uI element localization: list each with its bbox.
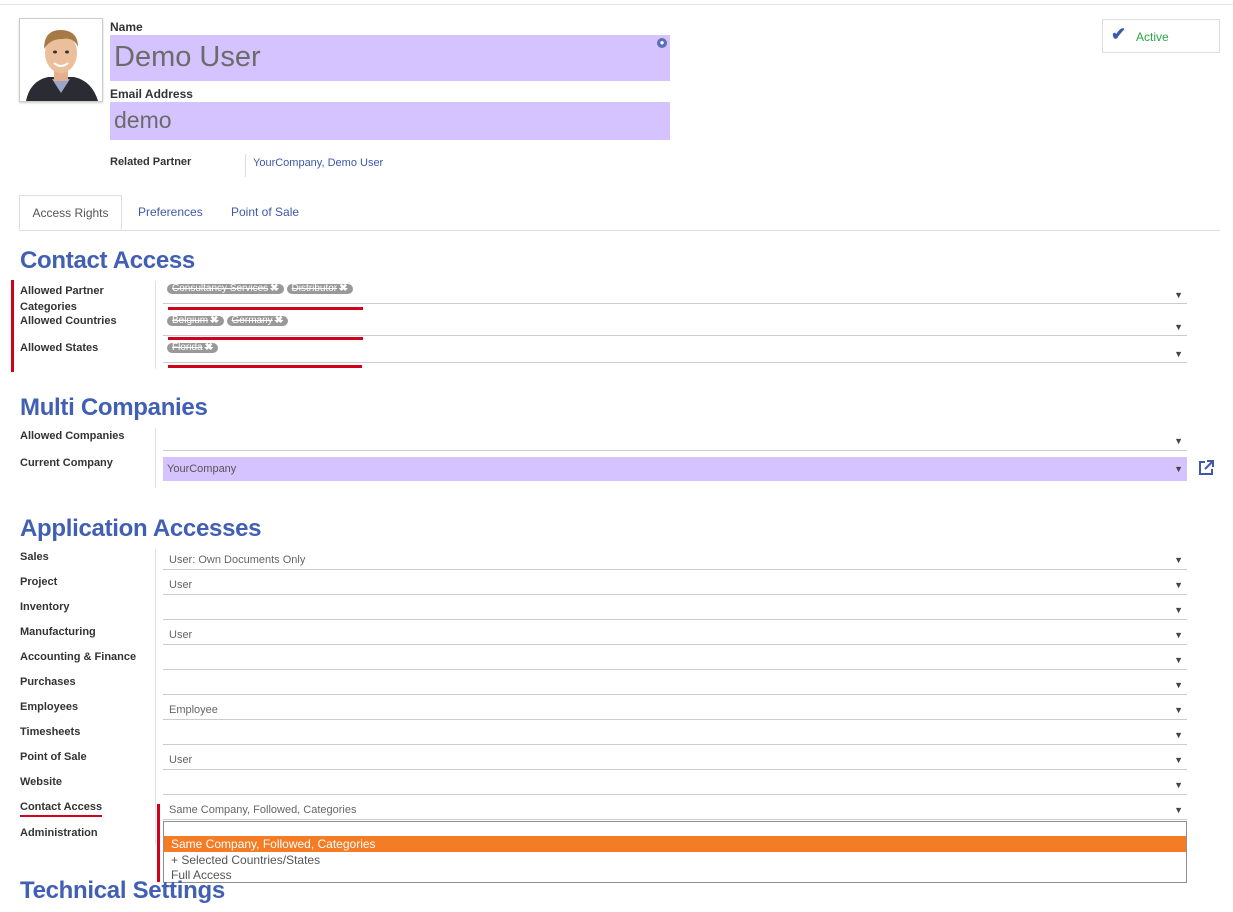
email-label: Email Address (110, 87, 193, 101)
caret-down-icon[interactable]: ▼ (1174, 805, 1183, 815)
caret-down-icon[interactable]: ▼ (1174, 680, 1183, 690)
allowed-states-field[interactable]: Florida ✖ ▼ (163, 343, 1187, 363)
allowed-partner-categories-field[interactable]: Consultancy Services ✖ Distributor ✖ ▼ (163, 284, 1187, 304)
caret-down-icon[interactable]: ▼ (1174, 349, 1183, 359)
tab-access-rights[interactable]: Access Rights (19, 195, 122, 230)
tag-distributor[interactable]: Distributor ✖ (286, 283, 353, 294)
application-accesses-heading: Application Accesses (20, 515, 262, 542)
annotation-underline (168, 365, 362, 368)
caret-down-icon[interactable]: ▼ (1174, 605, 1183, 615)
dropdown-option-selected-countries[interactable]: + Selected Countries/States (164, 852, 1186, 868)
related-partner-separator (245, 154, 246, 177)
annotation-red-bar (11, 280, 14, 372)
caret-down-icon[interactable]: ▼ (1174, 580, 1183, 590)
x-icon[interactable]: ✖ (275, 315, 283, 326)
notebook-tabs: Access Rights Preferences Point of Sale (19, 195, 1220, 231)
caret-down-icon[interactable]: ▼ (1174, 730, 1183, 740)
app-label-manufacturing: Manufacturing (20, 626, 96, 638)
allowed-partner-categories-label: Allowed Partner Categories (20, 285, 104, 313)
allowed-companies-label: Allowed Companies (20, 430, 125, 442)
tab-preferences[interactable]: Preferences (138, 195, 203, 230)
app-label-accounting: Accounting & Finance (20, 651, 137, 663)
app-label-timesheets: Timesheets (20, 726, 81, 738)
app-label-sales: Sales (20, 551, 49, 563)
app-select-timesheets[interactable]: ▼ (163, 726, 1187, 745)
caret-down-icon[interactable]: ▼ (1174, 436, 1183, 446)
app-select-manufacturing[interactable]: User ▼ (163, 626, 1187, 645)
app-select-contact-access[interactable]: Same Company, Followed, Categories ▼ (163, 801, 1187, 820)
allowed-countries-field[interactable]: Belgium ✖ Germany ✖ ▼ (163, 316, 1187, 336)
name-input[interactable]: Demo User (110, 35, 670, 81)
app-select-purchases[interactable]: ▼ (163, 676, 1187, 695)
related-partner-label: Related Partner (110, 156, 192, 168)
app-select-point-of-sale[interactable]: User ▼ (163, 751, 1187, 770)
tag-florida[interactable]: Florida ✖ (167, 343, 218, 353)
tab-point-of-sale[interactable]: Point of Sale (231, 195, 299, 230)
label-separator (155, 428, 156, 488)
app-label-point-of-sale: Point of Sale (20, 751, 87, 763)
x-icon[interactable]: ✖ (270, 283, 278, 294)
contact-access-heading: Contact Access (20, 247, 195, 274)
current-company-label: Current Company (20, 457, 113, 469)
caret-down-icon[interactable]: ▼ (1174, 630, 1183, 640)
annotation-red-bar (157, 804, 160, 882)
annotation-underline (168, 337, 363, 340)
app-select-sales[interactable]: User: Own Documents Only ▼ (163, 551, 1187, 570)
active-label: Active (1136, 30, 1169, 44)
app-label-website: Website (20, 776, 62, 788)
tag-consultancy-services[interactable]: Consultancy Services ✖ (167, 284, 284, 294)
app-label-employees: Employees (20, 701, 79, 713)
annotation-underline (168, 307, 363, 310)
top-divider (0, 4, 1233, 5)
name-label: Name (110, 20, 143, 34)
caret-down-icon[interactable]: ▼ (1174, 322, 1183, 332)
dropdown-option-full-access[interactable]: Full Access (164, 867, 1186, 883)
caret-down-icon[interactable]: ▼ (1174, 705, 1183, 715)
checkmark-icon: ✔ (1111, 24, 1127, 44)
email-input[interactable]: demo (110, 102, 670, 140)
avatar-photo (20, 19, 102, 101)
tag-belgium[interactable]: Belgium ✖ (167, 316, 224, 326)
caret-down-icon[interactable]: ▼ (1174, 755, 1183, 765)
app-label-purchases: Purchases (20, 676, 76, 688)
label-separator (155, 549, 156, 845)
label-separator (155, 281, 156, 369)
dropdown-option-same-company[interactable]: Same Company, Followed, Categories (164, 836, 1186, 852)
allowed-countries-label: Allowed Countries (20, 315, 117, 327)
caret-down-icon[interactable]: ▼ (1174, 780, 1183, 790)
app-select-employees[interactable]: Employee ▼ (163, 701, 1187, 720)
app-label-contact-access: Contact Access (20, 801, 103, 813)
app-select-website[interactable]: ▼ (163, 776, 1187, 795)
current-company-field[interactable]: YourCompany ▼ (163, 457, 1187, 481)
x-icon[interactable]: ✖ (210, 315, 218, 326)
caret-down-icon[interactable]: ▼ (1174, 555, 1183, 565)
x-icon[interactable]: ✖ (339, 283, 347, 294)
app-select-accounting[interactable]: ▼ (163, 651, 1187, 670)
technical-settings-heading: Technical Settings (20, 877, 225, 904)
app-label-administration: Administration (20, 827, 98, 839)
allowed-states-label: Allowed States (20, 342, 99, 354)
multi-companies-heading: Multi Companies (20, 394, 208, 421)
caret-down-icon[interactable]: ▼ (1174, 464, 1183, 474)
x-icon[interactable]: ✖ (205, 342, 213, 353)
active-toggle-button[interactable]: ✔ Active (1102, 19, 1220, 53)
app-label-project: Project (20, 576, 58, 588)
contact-access-dropdown: Same Company, Followed, Categories + Sel… (163, 821, 1187, 883)
user-avatar[interactable] (19, 18, 103, 102)
annotation-underline (20, 815, 102, 817)
allowed-companies-field[interactable]: ▼ (163, 430, 1187, 451)
app-select-project[interactable]: User ▼ (163, 576, 1187, 595)
app-label-inventory: Inventory (20, 601, 70, 613)
external-link-icon[interactable] (1197, 459, 1215, 477)
caret-down-icon[interactable]: ▼ (1174, 290, 1183, 300)
related-partner-link[interactable]: YourCompany, Demo User (253, 157, 383, 169)
caret-down-icon[interactable]: ▼ (1174, 655, 1183, 665)
globe-icon[interactable]: ● (657, 38, 667, 48)
tag-germany[interactable]: Germany ✖ (226, 315, 289, 326)
app-select-inventory[interactable]: ▼ (163, 601, 1187, 620)
